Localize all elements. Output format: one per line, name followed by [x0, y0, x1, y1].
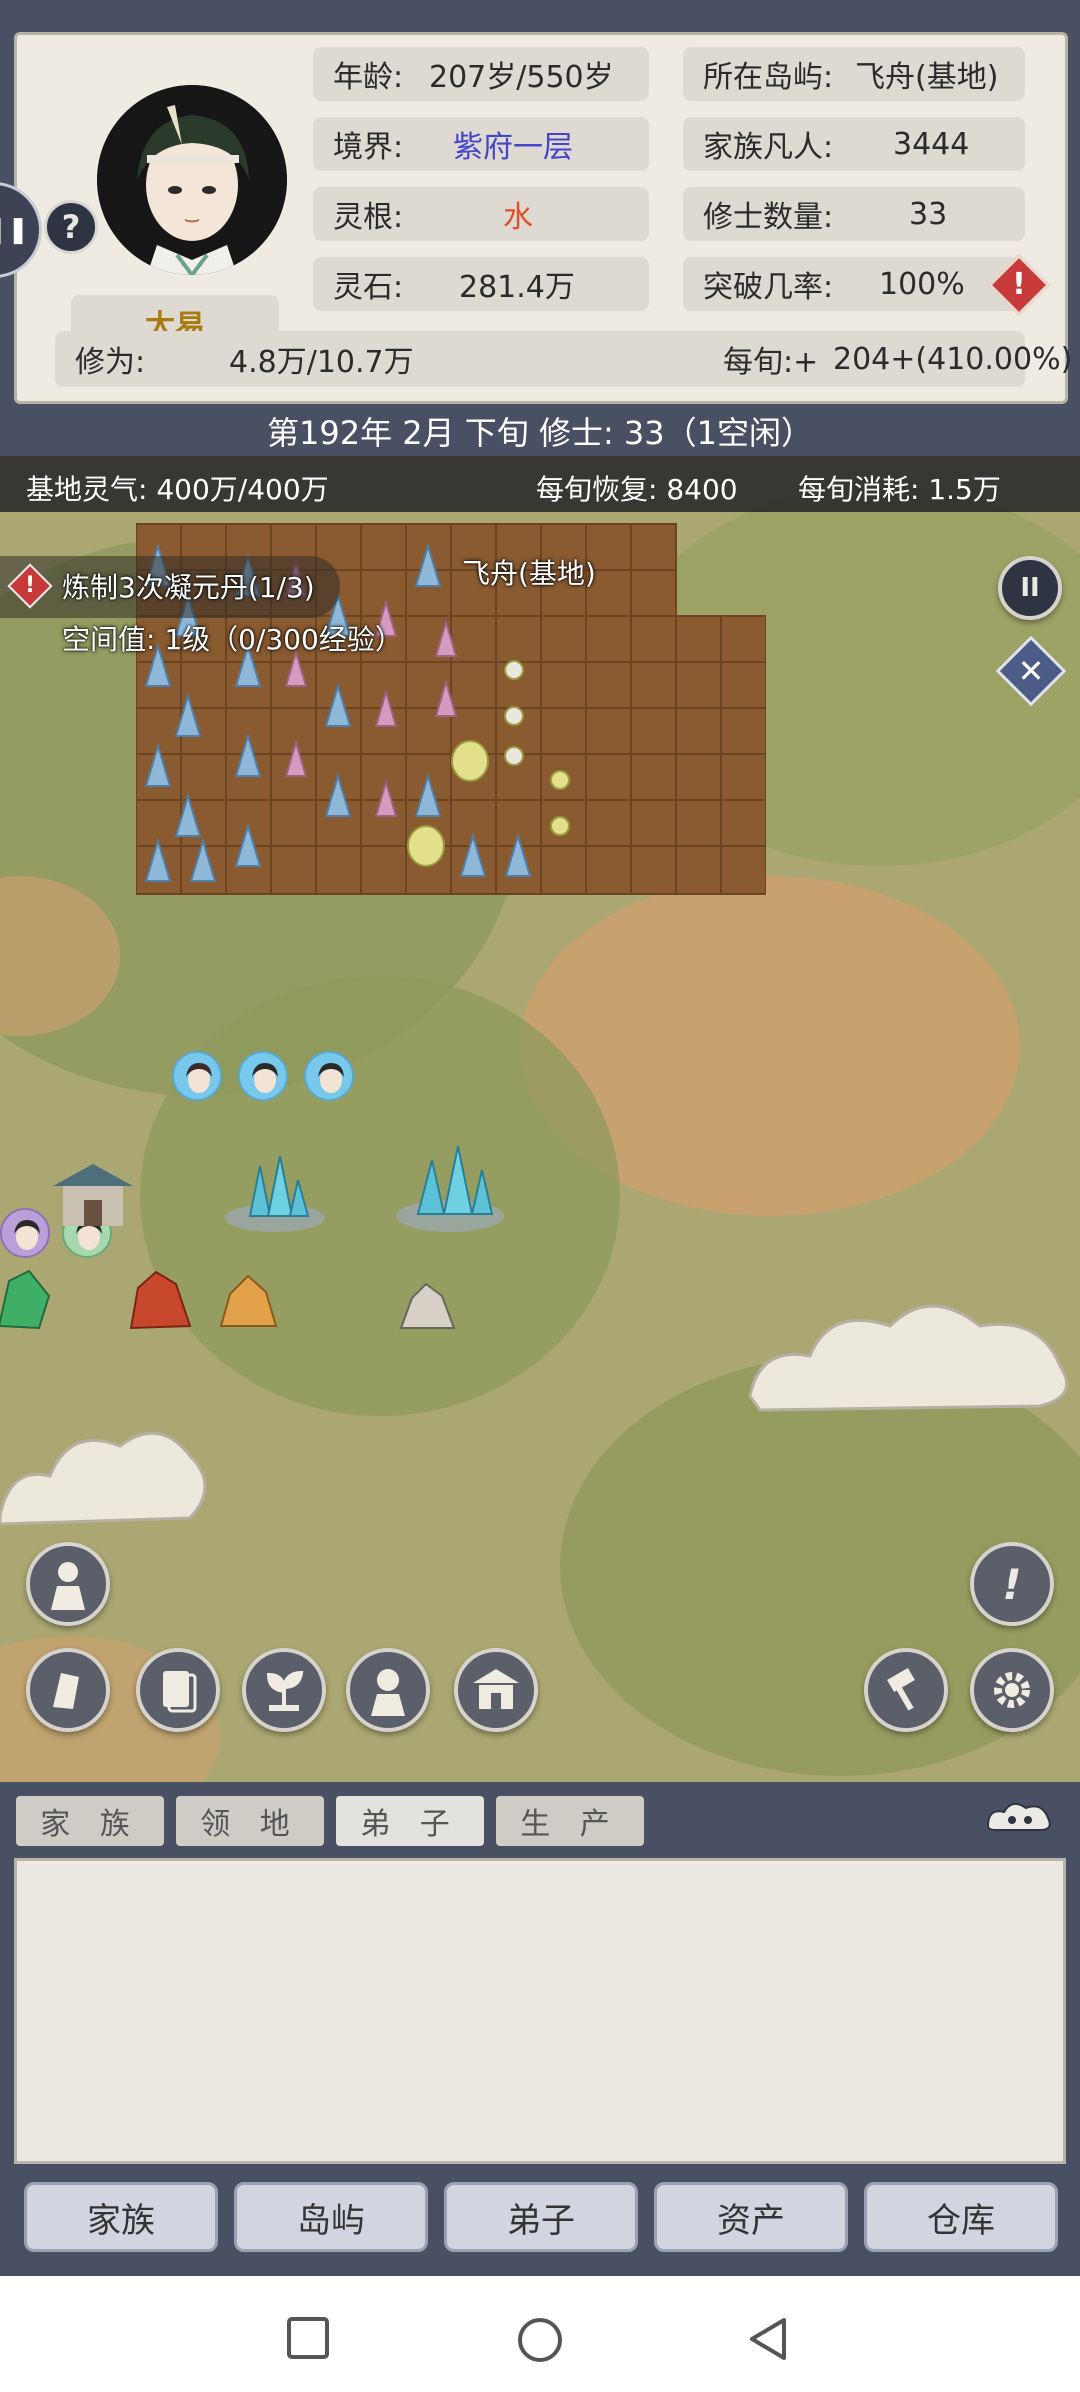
- planting-button[interactable]: [242, 1648, 326, 1732]
- disciple-avatar[interactable]: [0, 1208, 50, 1258]
- recent-apps-icon[interactable]: [286, 2316, 330, 2360]
- scroll-button[interactable]: [26, 1648, 110, 1732]
- spirit-stones-label: 灵石:: [333, 270, 404, 305]
- realm-field: 境界: 紫府一层: [313, 117, 649, 171]
- spirit-crystal-deposit[interactable]: [220, 1146, 330, 1236]
- mortals-field: 家族凡人: 3444: [683, 117, 1025, 171]
- settings-button[interactable]: [970, 1648, 1054, 1732]
- hammer-icon: [887, 1667, 915, 1711]
- status-panel: 太易 年龄: 207岁/550岁 境界: 紫府一层 灵根: 水 灵石: 281.…: [0, 0, 1080, 410]
- card-button[interactable]: [136, 1648, 220, 1732]
- nav-family[interactable]: 家族: [24, 2182, 218, 2252]
- spirit-root-label: 灵根:: [333, 200, 404, 235]
- gold-ore[interactable]: [216, 1270, 282, 1332]
- age-value: 207岁/550岁: [429, 60, 614, 95]
- age-field: 年龄: 207岁/550岁: [313, 47, 649, 101]
- character-button[interactable]: [26, 1542, 110, 1626]
- quest-warning-mark: !: [24, 573, 36, 598]
- warning-mark: !: [1012, 267, 1026, 302]
- nav-disciples[interactable]: 弟子: [444, 2182, 638, 2252]
- avatar-icon: [371, 1669, 405, 1716]
- system-navigation-bar: [0, 2276, 1080, 2392]
- subtab-family[interactable]: 家 族: [16, 1796, 164, 1846]
- avatar[interactable]: [97, 85, 287, 275]
- age-label: 年龄:: [333, 60, 404, 95]
- terrain-dark-green: [140, 976, 620, 1416]
- jade-ore[interactable]: [0, 1266, 54, 1336]
- nav-islands[interactable]: 岛屿: [234, 2182, 428, 2252]
- cultivators-value: 33: [909, 196, 948, 232]
- cultivation-field: 修为: 4.8万/10.7万 每旬:+ 204+(410.00%): [55, 331, 1072, 387]
- breakthrough-value: 100%: [879, 266, 965, 302]
- realm-value: 紫府一层: [453, 130, 573, 165]
- island-field: 所在岛屿: 飞舟(基地): [683, 47, 1025, 101]
- space-level: 空间值: 1级（0/300经验）: [62, 623, 403, 656]
- consume-per-period: 每旬消耗: 1.5万: [798, 473, 1001, 506]
- island-value: 飞舟(基地): [855, 60, 999, 95]
- island-label: 所在岛屿:: [703, 60, 834, 95]
- spirit-stones-field: 灵石: 281.4万: [313, 257, 649, 311]
- help-button[interactable]: ?: [44, 200, 98, 254]
- close-icon: ✕: [1017, 652, 1045, 690]
- stone-ore[interactable]: [396, 1278, 460, 1334]
- subtab-disciples[interactable]: 弟 子: [336, 1796, 484, 1846]
- nav-assets[interactable]: 资产: [654, 2182, 848, 2252]
- cultivators-label: 修士数量:: [703, 200, 834, 235]
- realm-label: 境界:: [333, 130, 404, 165]
- cultivation-value: 4.8万/10.7万: [229, 345, 414, 380]
- cultivation-label: 修为:: [75, 345, 146, 380]
- palace-button[interactable]: [454, 1648, 538, 1732]
- build-button[interactable]: [864, 1648, 948, 1732]
- subtab-territory[interactable]: 领 地: [176, 1796, 324, 1846]
- character-icon: [51, 1562, 85, 1610]
- cloud-decoration: [0, 1431, 207, 1526]
- quest-warning-icon: !: [7, 563, 53, 609]
- gear-icon: [994, 1672, 1030, 1708]
- per-period-value: 204+(410.00%): [833, 341, 1073, 377]
- palace-icon: [473, 1669, 519, 1709]
- subtab-production[interactable]: 生 产: [496, 1796, 644, 1846]
- scroll-icon: [53, 1673, 79, 1709]
- nav-warehouse[interactable]: 仓库: [864, 2182, 1058, 2252]
- sprout-icon: [266, 1670, 304, 1711]
- red-ore[interactable]: [126, 1266, 196, 1336]
- spirit-root-value: 水: [503, 200, 533, 235]
- location-label: 飞舟(基地): [462, 557, 596, 590]
- date-bar: 第192年 2月 下旬 修士: 33（1空闲）: [0, 406, 1080, 456]
- back-icon[interactable]: [746, 2316, 790, 2362]
- disciple-avatar[interactable]: [304, 1051, 354, 1101]
- card-icon: [163, 1671, 197, 1713]
- recover-per-period: 每旬恢复: 8400: [536, 473, 738, 506]
- mortals-label: 家族凡人:: [703, 130, 834, 165]
- disciple-button[interactable]: [346, 1648, 430, 1732]
- disciple-avatar[interactable]: [238, 1051, 288, 1101]
- bottom-panel: 家 族 领 地 弟 子 生 产 家族 岛屿 弟子 资产 仓库: [0, 1782, 1080, 2276]
- pause-button[interactable]: II: [998, 556, 1062, 620]
- pavilion-building[interactable]: [48, 1156, 138, 1236]
- spirit-stones-value: 281.4万: [459, 270, 575, 305]
- per-period-label: 每旬:+: [723, 345, 819, 380]
- base-qi: 基地灵气: 400万/400万: [26, 473, 329, 506]
- cultivators-field: 修士数量: 33: [683, 187, 1025, 241]
- spirit-root-field: 灵根: 水: [313, 187, 649, 241]
- close-map-button[interactable]: ✕: [995, 635, 1067, 707]
- cloud-scroll-icon[interactable]: [982, 1796, 1056, 1836]
- resource-bar: 基地灵气: 400万/400万 每旬恢复: 8400 每旬消耗: 1.5万: [0, 456, 1080, 512]
- breakthrough-field: 突破几率: 100%: [683, 257, 1025, 311]
- disciple-avatar[interactable]: [172, 1051, 222, 1101]
- status-card: 太易 年龄: 207岁/550岁 境界: 紫府一层 灵根: 水 灵石: 281.…: [14, 32, 1072, 404]
- spirit-crystal-deposit[interactable]: [390, 1136, 510, 1236]
- game-map[interactable]: 基地灵气: 400万/400万 每旬恢复: 8400 每旬消耗: 1.5万 ! …: [0, 456, 1080, 1782]
- cloud-decoration: [748, 1304, 1069, 1412]
- alert-button[interactable]: !: [970, 1542, 1054, 1626]
- home-icon[interactable]: [516, 2316, 564, 2364]
- breakthrough-label: 突破几率:: [703, 270, 834, 305]
- mortals-value: 3444: [893, 126, 970, 162]
- quest-text[interactable]: 炼制3次凝元丹(1/3): [62, 566, 315, 606]
- message-log[interactable]: [14, 1858, 1066, 2164]
